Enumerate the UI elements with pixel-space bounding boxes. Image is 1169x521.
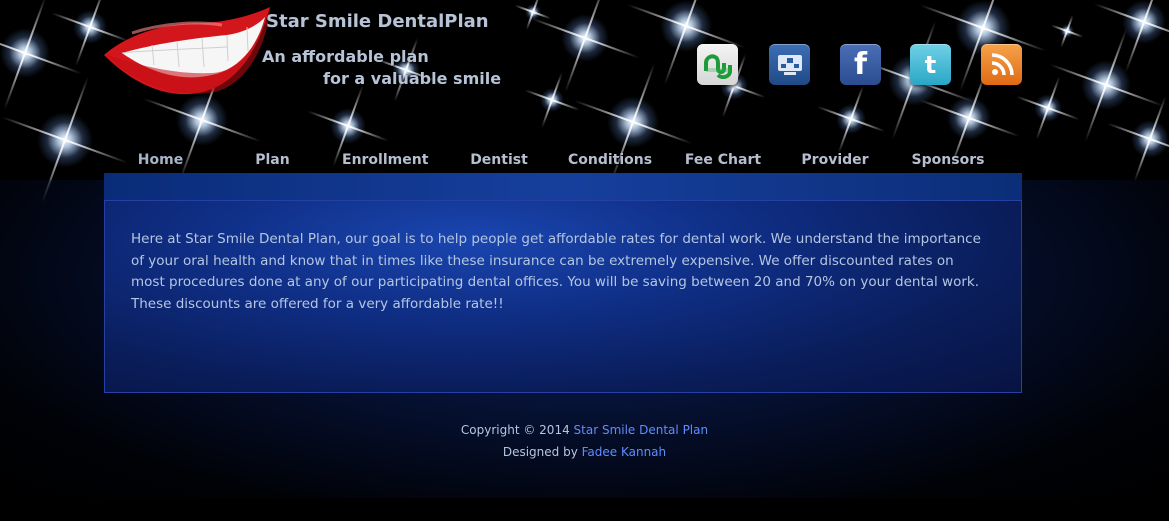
content-panel: Here at Star Smile Dental Plan, our goal… <box>104 200 1022 393</box>
rss-icon[interactable] <box>981 44 1022 85</box>
twitter-icon[interactable]: t <box>910 44 951 85</box>
delicious-icon[interactable] <box>769 44 810 85</box>
main-navigation: Home Plan Enrollment Dentist List Condit… <box>104 150 1022 189</box>
bottom-bar <box>0 498 1169 521</box>
smile-lips-logo <box>104 7 270 95</box>
intro-paragraph: Here at Star Smile Dental Plan, our goal… <box>131 231 981 312</box>
nav-item-plan[interactable]: Plan <box>230 150 315 171</box>
nav-item-sponsors[interactable]: Sponsors <box>904 150 992 171</box>
nav-band <box>104 173 1022 201</box>
copyright-link[interactable]: Star Smile Dental Plan <box>574 423 709 437</box>
copyright-text: Copyright © 2014 <box>460 423 574 437</box>
facebook-icon[interactable]: f <box>840 44 881 85</box>
tagline-line-1: An affordable plan <box>262 47 429 66</box>
stumbleupon-icon[interactable] <box>697 44 738 85</box>
nav-item-enrollment[interactable]: Enrollment <box>342 150 428 171</box>
designer-link[interactable]: Fadee Kannah <box>582 445 667 459</box>
facebook-glyph: f <box>853 47 868 82</box>
nav-item-fee-chart[interactable]: Fee Chart <box>679 150 767 171</box>
twitter-glyph: t <box>924 50 937 79</box>
footer-copyright: Copyright © 2014 Star Smile Dental Plan <box>0 423 1169 437</box>
tagline-line-2: for a valuable smile <box>323 69 502 88</box>
designed-by-text: Designed by <box>502 445 582 459</box>
nav-item-home[interactable]: Home <box>118 150 203 171</box>
site-title[interactable]: Star Smile DentalPlan <box>266 11 489 32</box>
footer-designer: Designed by Fadee Kannah <box>0 445 1169 459</box>
